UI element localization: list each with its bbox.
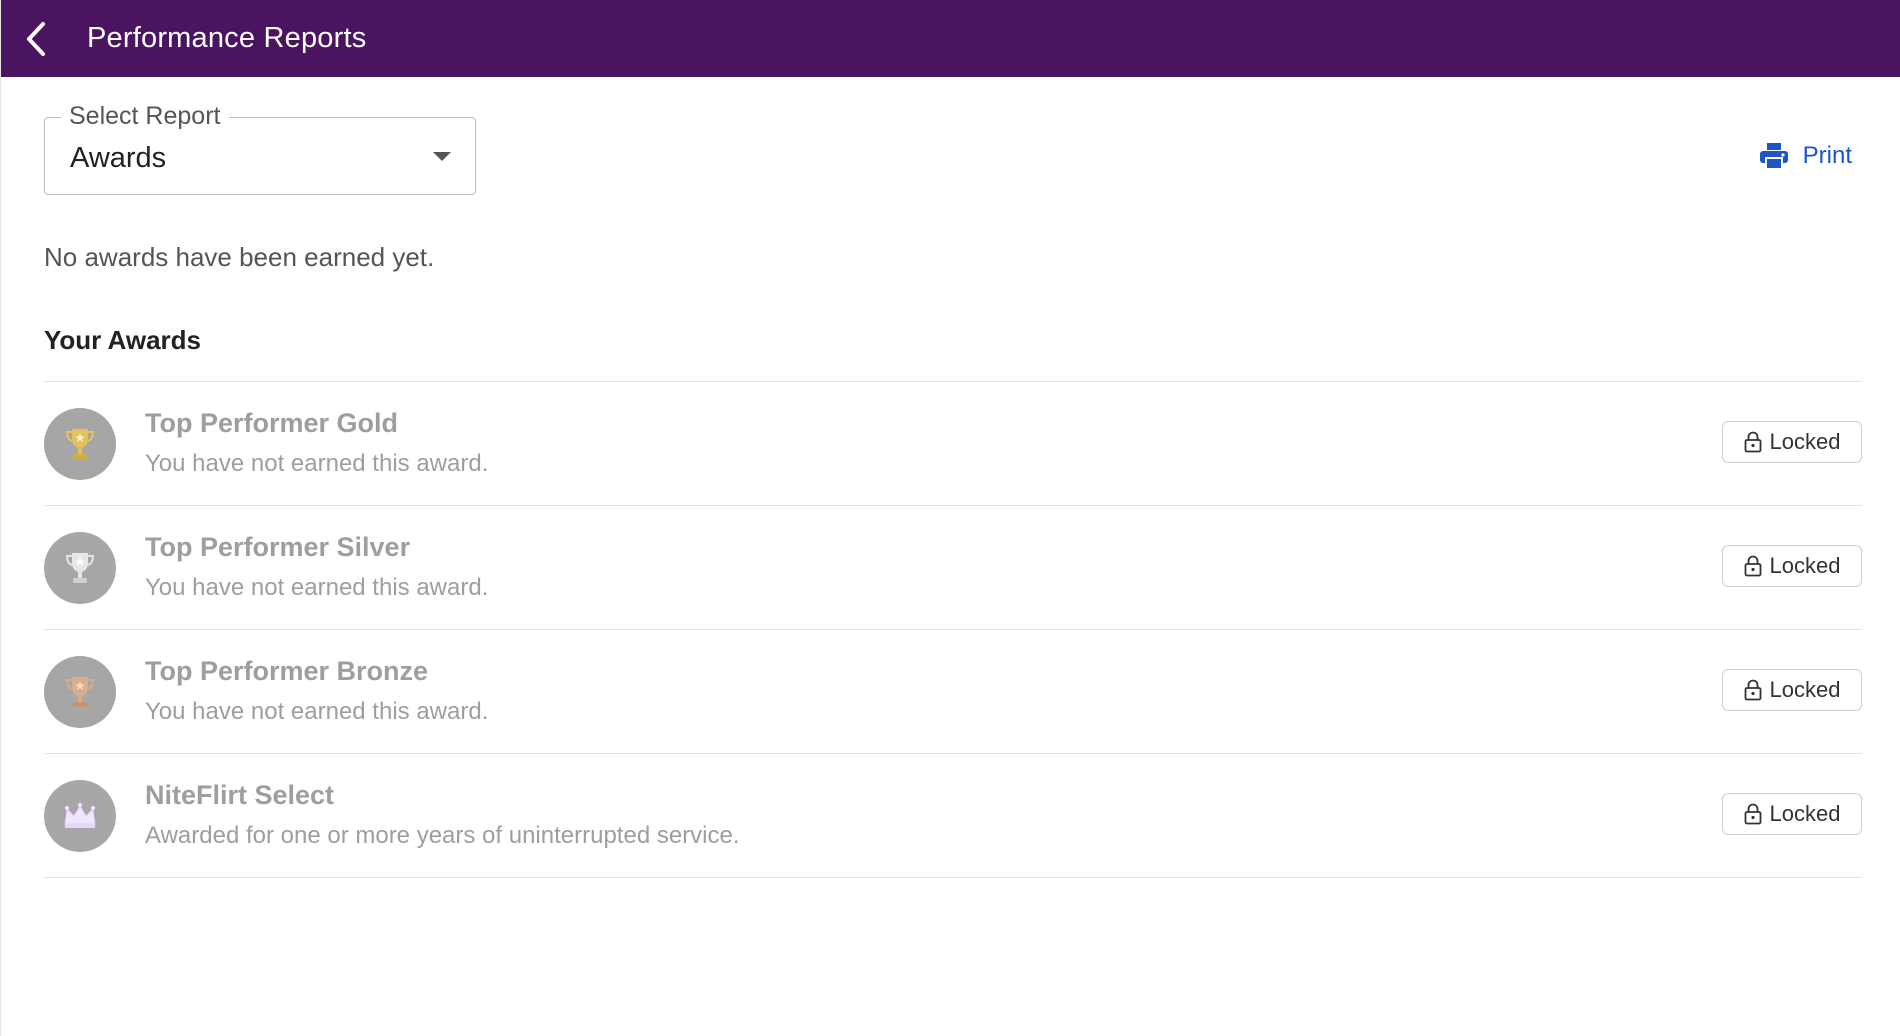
locked-label: Locked [1769,801,1841,826]
report-select[interactable]: Select Report Awards [44,102,476,195]
trophy-gold-icon [65,429,95,459]
locked-button[interactable]: Locked [1722,793,1862,835]
award-name: Top Performer Silver [145,532,411,562]
dropdown-arrow-icon [433,152,451,161]
locked-label: Locked [1769,553,1841,578]
empty-awards-message: No awards have been earned yet. [44,242,435,272]
lock-icon [1744,803,1761,825]
trophy-bronze-icon [65,677,95,707]
award-description: You have not earned this award. [145,574,489,601]
award-row: Top Performer Gold You have not earned t… [44,382,1862,506]
report-select-value: Awards [70,142,167,174]
lock-icon [1744,555,1761,577]
award-name: Top Performer Gold [145,408,399,438]
award-row: Top Performer Bronze You have not earned… [44,630,1862,754]
award-description: You have not earned this award. [145,450,489,477]
locked-button[interactable]: Locked [1722,545,1862,587]
locked-label: Locked [1769,429,1841,454]
locked-button[interactable]: Locked [1722,421,1862,463]
chevron-left-icon [27,21,45,56]
app-header: Performance Reports [1,0,1900,77]
report-select-label: Select Report [61,102,230,131]
section-title: Your Awards [44,325,202,355]
award-name: NiteFlirt Select [145,780,335,810]
award-row: NiteFlirt Select Awarded for one or more… [44,754,1862,878]
page-title: Performance Reports [87,22,367,54]
locked-button[interactable]: Locked [1722,669,1862,711]
award-badge [44,532,116,604]
award-badge [44,408,116,480]
award-badge [44,656,116,728]
award-name: Top Performer Bronze [145,656,429,686]
award-description: Awarded for one or more years of uninter… [145,822,740,849]
performance-reports-page: Performance Reports Select Report Awards… [0,0,1900,1036]
print-label: Print [1802,142,1852,169]
award-badge [44,780,116,852]
print-button[interactable]: Print [1759,138,1862,174]
back-button[interactable] [1,0,71,77]
locked-label: Locked [1769,677,1841,702]
lock-icon [1744,431,1761,453]
award-list: Top Performer Gold You have not earned t… [44,381,1862,878]
printer-icon [1759,143,1788,170]
award-row: Top Performer Silver You have not earned… [44,506,1862,630]
lock-icon [1744,679,1761,701]
award-description: You have not earned this award. [145,698,489,725]
crown-icon [64,803,96,828]
trophy-silver-icon [65,553,95,583]
